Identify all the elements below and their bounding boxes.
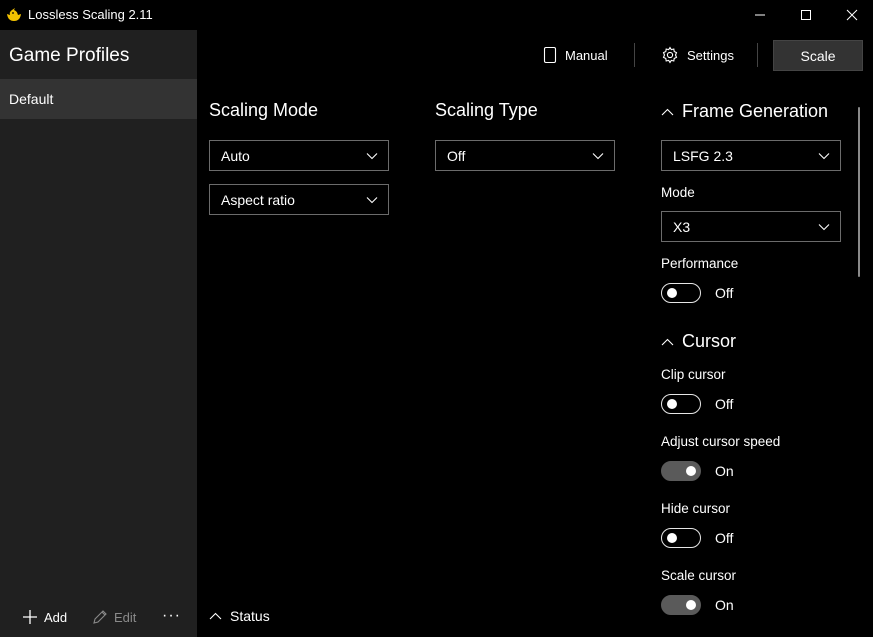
hide-cursor-state: Off	[715, 530, 734, 546]
toggle-knob	[667, 398, 677, 409]
cursor-title: Cursor	[682, 331, 737, 351]
scale-cursor-toggle[interactable]	[661, 595, 701, 615]
chevron-up-icon	[661, 338, 674, 345]
frame-generation-dropdown[interactable]: LSFG 2.3	[661, 140, 841, 171]
chevron-down-icon	[366, 152, 378, 159]
clip-cursor-toggle[interactable]	[661, 394, 701, 414]
chevron-down-icon	[366, 196, 378, 203]
toolbar-divider	[634, 43, 635, 67]
status-label: Status	[230, 608, 270, 624]
performance-label: Performance	[661, 256, 739, 271]
status-expander[interactable]: Status	[209, 608, 270, 624]
toggle-knob	[667, 532, 677, 543]
settings-button[interactable]: Settings	[661, 46, 734, 64]
mode-label: Mode	[661, 185, 695, 200]
scaling-type-title: Scaling Type	[435, 100, 538, 120]
aspect-ratio-value: Aspect ratio	[221, 191, 295, 208]
minimize-button[interactable]	[737, 0, 783, 30]
hide-cursor-label: Hide cursor	[661, 501, 731, 516]
close-icon	[846, 9, 858, 21]
performance-state: Off	[715, 285, 734, 301]
scaling-mode-title: Scaling Mode	[209, 100, 319, 120]
manual-button[interactable]: Manual	[543, 46, 608, 64]
gear-icon	[662, 46, 678, 64]
clip-cursor-state: Off	[715, 396, 734, 412]
scale-cursor-state: On	[715, 597, 734, 613]
toggle-knob	[686, 600, 696, 610]
scaling-mode-value: Auto	[221, 147, 250, 164]
add-profile-button[interactable]: Add	[22, 609, 67, 625]
vertical-scrollbar[interactable]	[858, 107, 860, 277]
manual-label: Manual	[565, 47, 608, 63]
profile-item-default[interactable]: Default	[0, 79, 197, 119]
performance-toggle[interactable]	[661, 283, 701, 303]
chevron-up-icon	[209, 612, 222, 620]
scaling-mode-dropdown[interactable]: Auto	[209, 140, 389, 171]
edit-label: Edit	[114, 609, 137, 625]
scaling-type-dropdown[interactable]: Off	[435, 140, 615, 171]
cursor-header[interactable]: Cursor	[661, 331, 736, 352]
plus-icon	[23, 610, 37, 624]
mode-dropdown[interactable]: X3	[661, 211, 841, 242]
scale-cursor-label: Scale cursor	[661, 568, 737, 583]
adjust-cursor-speed-state: On	[715, 463, 734, 479]
maximize-button[interactable]	[783, 0, 829, 30]
add-label: Add	[44, 609, 68, 625]
pencil-icon	[93, 610, 107, 624]
scale-button[interactable]: Scale	[773, 40, 863, 71]
chevron-up-icon	[661, 108, 674, 115]
app-logo-icon	[7, 8, 21, 21]
frame-generation-value: LSFG 2.3	[673, 147, 733, 164]
chevron-down-icon	[818, 223, 830, 230]
mode-value: X3	[673, 218, 691, 235]
close-button[interactable]	[829, 0, 873, 30]
toolbar-divider	[757, 43, 758, 67]
minimize-icon	[755, 14, 765, 16]
hide-cursor-toggle[interactable]	[661, 528, 701, 548]
book-icon	[543, 46, 557, 64]
toggle-knob	[686, 466, 696, 476]
chevron-down-icon	[592, 152, 604, 159]
aspect-ratio-dropdown[interactable]: Aspect ratio	[209, 184, 389, 215]
adjust-cursor-speed-label: Adjust cursor speed	[661, 434, 781, 449]
toggle-knob	[667, 287, 677, 298]
settings-label: Settings	[687, 47, 734, 63]
scaling-type-value: Off	[447, 147, 466, 164]
edit-profile-button[interactable]: Edit	[92, 609, 136, 625]
page-title: Game Profiles	[9, 45, 130, 66]
clip-cursor-label: Clip cursor	[661, 367, 726, 382]
profile-label: Default	[9, 91, 54, 107]
window-title: Lossless Scaling 2.11	[28, 7, 153, 22]
frame-generation-title: Frame Generation	[682, 101, 829, 121]
adjust-cursor-speed-toggle[interactable]	[661, 461, 701, 481]
chevron-down-icon	[818, 152, 830, 159]
more-options-button[interactable]: ···	[162, 607, 181, 625]
frame-generation-header[interactable]: Frame Generation	[661, 101, 828, 122]
maximize-icon	[801, 10, 811, 20]
sidebar	[0, 30, 197, 637]
